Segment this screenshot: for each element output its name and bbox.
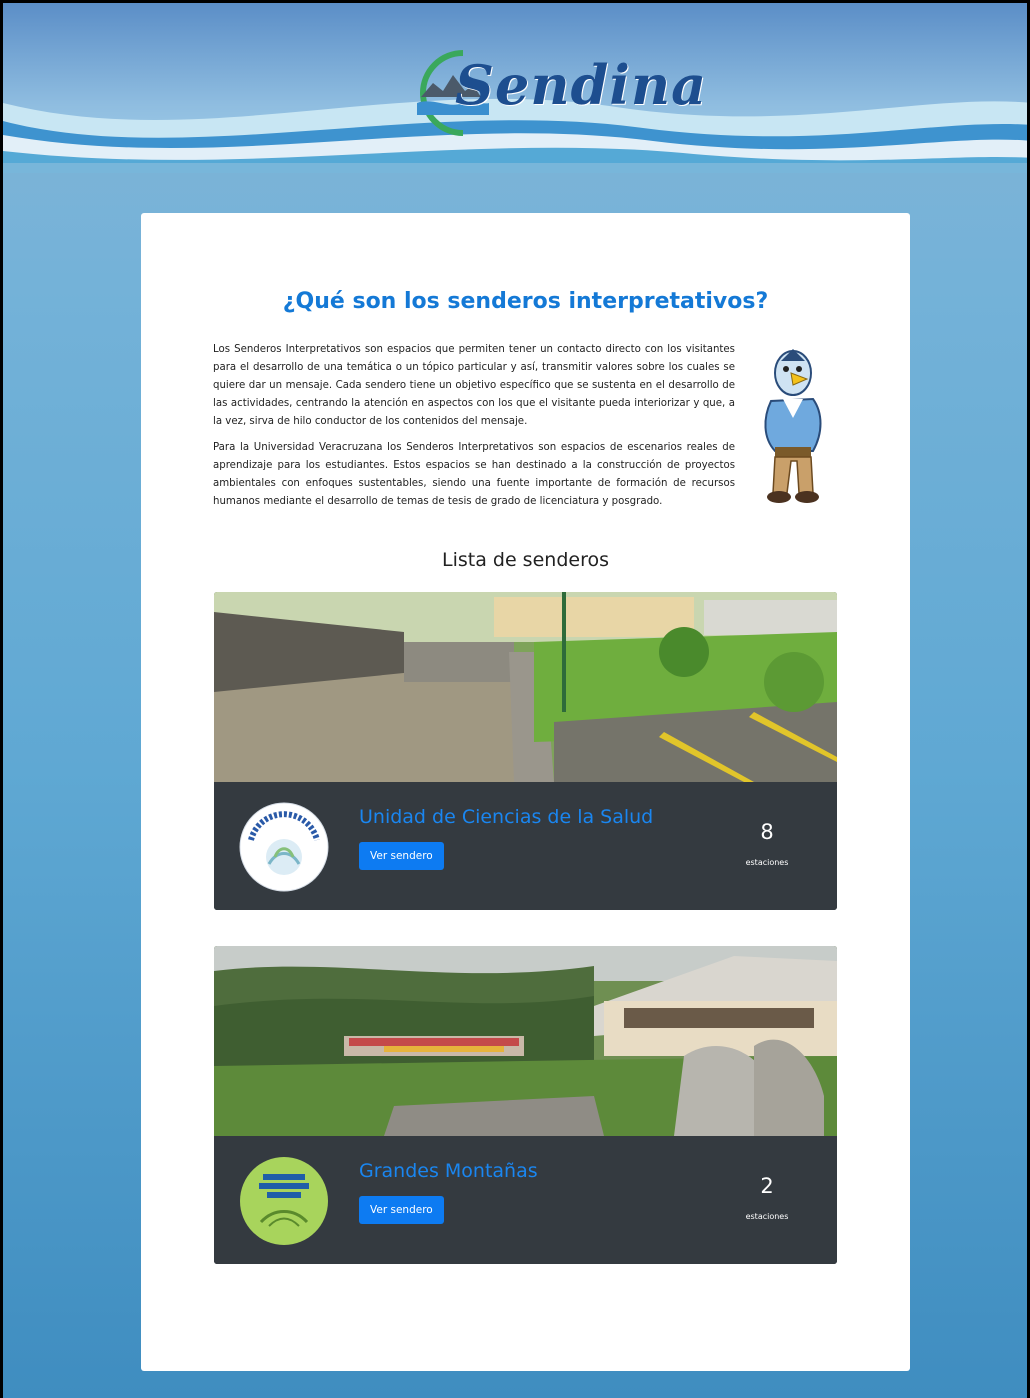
station-count: 2 [760,1174,774,1198]
trail-badge-logo [240,1157,328,1245]
trail-name[interactable]: Unidad de Ciencias de la Salud [359,806,653,828]
view-trail-button[interactable]: Ver sendero [359,842,444,870]
trail-photo [214,946,837,1136]
trail-info-bar: Unidad de Ciencias de la Salud Ver sende… [214,782,837,910]
brand-name[interactable]: Sendina [455,53,707,117]
station-count: 8 [760,820,774,844]
trail-card: Grandes Montañas Ver sendero 2 estacione… [214,946,837,1264]
trail-photo [214,592,837,782]
intro-paragraph-1: Los Senderos Interpretativos son espacio… [213,344,735,427]
content-card: ¿Qué son los senderos interpretativos? L… [141,213,910,1371]
station-count-label: estaciones [745,858,789,867]
intro-paragraph-2: Para la Universidad Veracruzana los Send… [213,442,735,507]
intro-text: Los Senderos Interpretativos son espacio… [213,341,735,519]
site-header: Sendina [3,3,1027,173]
trail-list-title: Lista de senderos [442,549,609,571]
trail-card: Unidad de Ciencias de la Salud Ver sende… [214,592,837,910]
station-count-label: estaciones [745,1212,789,1221]
trail-info-bar: Grandes Montañas Ver sendero 2 estacione… [214,1136,837,1264]
trail-badge-logo [239,802,329,892]
page-frame: Sendina ¿Qué son los senderos interpreta… [0,0,1030,1398]
trail-name[interactable]: Grandes Montañas [359,1160,538,1182]
view-trail-button[interactable]: Ver sendero [359,1196,444,1224]
page-title: ¿Qué son los senderos interpretativos? [282,289,769,314]
eagle-mascot-illustration [764,349,822,503]
